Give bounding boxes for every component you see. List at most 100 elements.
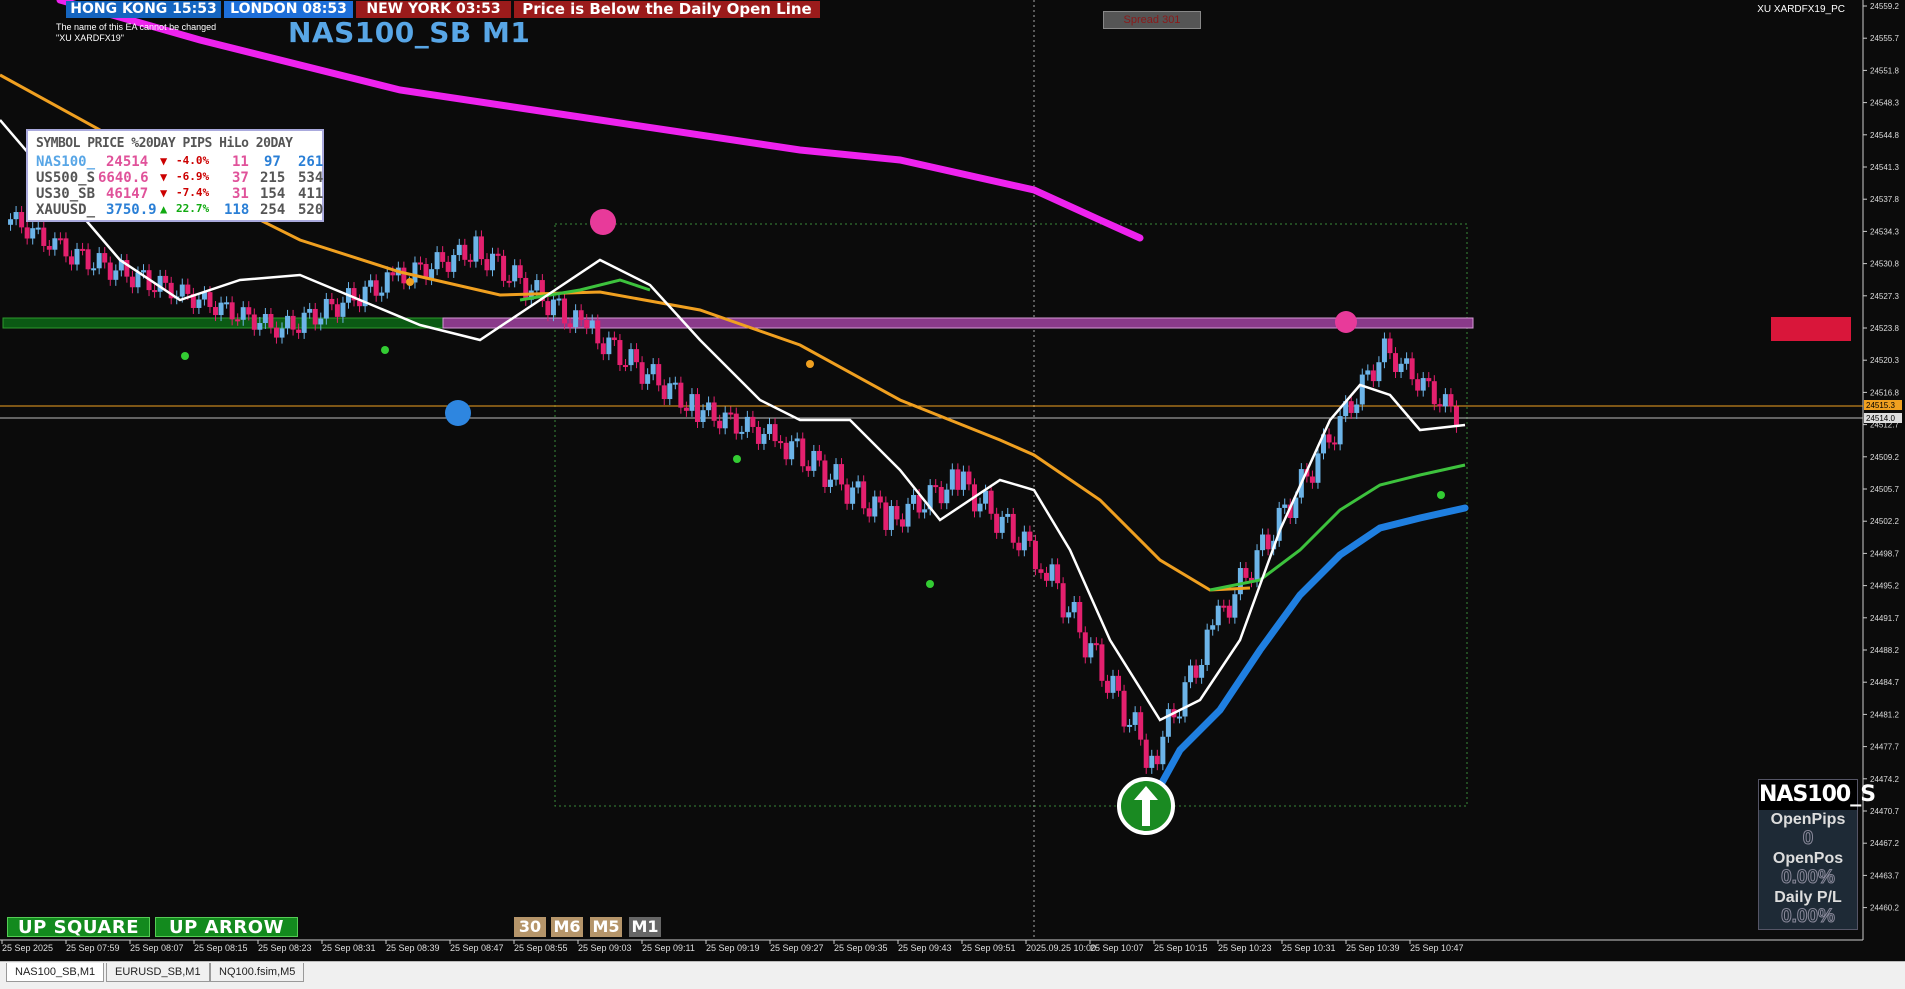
candle-body bbox=[102, 253, 108, 263]
chart-tab[interactable]: NQ100.fsim,M5 bbox=[210, 963, 305, 982]
candle-body bbox=[678, 382, 684, 408]
candle-body bbox=[512, 265, 518, 282]
candle-body bbox=[833, 464, 839, 480]
candle-body bbox=[24, 227, 30, 239]
chart-symbol-title: NAS100_SB M1 bbox=[288, 16, 531, 49]
candle-body bbox=[1104, 680, 1110, 693]
candle-body bbox=[634, 349, 640, 363]
row-day20: 520 bbox=[298, 202, 324, 218]
open-pos-value: 0.00% bbox=[1781, 867, 1836, 888]
candle-body bbox=[473, 236, 479, 262]
candle-body bbox=[229, 302, 235, 320]
timeframe-m1-button[interactable]: M1 bbox=[629, 917, 661, 937]
candle-body bbox=[1282, 504, 1288, 508]
price-tick-label: 24559.2 bbox=[1870, 2, 1899, 11]
candle-body bbox=[1404, 358, 1410, 364]
candle-body bbox=[1077, 602, 1083, 633]
row-hilo: 97 bbox=[264, 154, 281, 170]
candle-body bbox=[8, 219, 14, 225]
candle-body bbox=[523, 277, 529, 300]
ea-label: XU XARDFX19_PC bbox=[1757, 4, 1845, 15]
candle-body bbox=[417, 262, 423, 265]
candle-body bbox=[855, 481, 861, 488]
chart-tab[interactable]: EURUSD_SB,M1 bbox=[106, 963, 210, 982]
candle-body bbox=[595, 320, 601, 344]
candle-body bbox=[578, 310, 584, 320]
candle-body bbox=[301, 312, 307, 333]
candle-body bbox=[1332, 442, 1338, 445]
candle-body bbox=[1260, 534, 1266, 551]
candle-body bbox=[922, 509, 928, 513]
price-tick-label: 24555.7 bbox=[1870, 34, 1899, 43]
up-arrow-button[interactable]: UP ARROW bbox=[155, 917, 298, 938]
price-tick-label: 24548.3 bbox=[1870, 99, 1899, 108]
candle-body bbox=[268, 314, 274, 328]
green-dot-marker bbox=[926, 580, 934, 588]
price-tick-label: 24516.8 bbox=[1870, 388, 1899, 397]
price-tick-label: 24488.2 bbox=[1870, 646, 1899, 655]
daily-pl-value: 0.00% bbox=[1781, 906, 1836, 927]
table-row: US500_S 6640.6 ▼ -6.9% 37 215 534 bbox=[36, 170, 324, 186]
candle-body bbox=[312, 308, 318, 325]
price-alert-banner: Price is Below the Daily Open Line bbox=[514, 1, 820, 18]
candle-body bbox=[35, 227, 41, 230]
timeframe-m6-button[interactable]: M6 bbox=[551, 917, 583, 937]
session-clock-hong-kong: HONG KONG 15:53 bbox=[66, 1, 221, 18]
price-tick-label: 24509.2 bbox=[1870, 453, 1899, 462]
sell-zone-marker bbox=[1771, 317, 1851, 341]
row-day20: 534 bbox=[298, 170, 324, 186]
candle-body bbox=[761, 433, 767, 444]
candle-body bbox=[1381, 338, 1387, 363]
candle-body bbox=[445, 261, 451, 272]
up-square-button[interactable]: UP SQUARE bbox=[7, 917, 150, 938]
candle-body bbox=[628, 349, 634, 366]
candle-body bbox=[1165, 709, 1171, 737]
candle-body bbox=[667, 383, 673, 400]
candle-body bbox=[1160, 736, 1166, 765]
pink-circle-marker bbox=[1335, 311, 1357, 333]
candle-body bbox=[872, 496, 878, 517]
candle-body bbox=[1149, 755, 1155, 768]
candle-body bbox=[545, 301, 551, 316]
candle-body bbox=[1082, 632, 1088, 658]
candle-body bbox=[478, 236, 484, 260]
candle-body bbox=[722, 412, 728, 429]
candle-body bbox=[240, 307, 246, 320]
candle-body bbox=[318, 318, 324, 325]
candle-body bbox=[1243, 568, 1249, 578]
blue-circle-marker bbox=[445, 400, 471, 426]
time-tick-label: 25 Sep 10:39 bbox=[1346, 943, 1400, 953]
candle-body bbox=[329, 298, 335, 305]
timeframe-m5-button[interactable]: M5 bbox=[590, 917, 622, 937]
candle-body bbox=[1121, 690, 1127, 727]
candle-body bbox=[1182, 682, 1188, 717]
candle-body bbox=[839, 464, 845, 485]
chart-tab[interactable]: NAS100_SB,M1 bbox=[6, 963, 105, 982]
candle-body bbox=[1066, 612, 1072, 618]
row-pips: 37 bbox=[232, 170, 249, 186]
row-hilo: 154 bbox=[260, 186, 286, 202]
row-day20: 411 bbox=[298, 186, 324, 202]
candle-body bbox=[1232, 594, 1238, 618]
table-row: NAS100_ 24514 ▼ -4.0% 11 97 261 bbox=[36, 154, 323, 170]
candle-body bbox=[152, 290, 158, 293]
candle-body bbox=[955, 469, 961, 490]
candle-body bbox=[185, 284, 191, 294]
candle-body bbox=[495, 253, 501, 256]
time-tick-label: 25 Sep 08:15 bbox=[194, 943, 248, 953]
candle-body bbox=[550, 299, 556, 316]
price-tick-label: 24463.7 bbox=[1870, 871, 1899, 880]
candle-body bbox=[983, 490, 989, 504]
candle-body bbox=[501, 255, 507, 281]
candle-body bbox=[1337, 416, 1343, 445]
candle-body bbox=[1254, 550, 1260, 582]
timeframe-30-button[interactable]: 30 bbox=[514, 917, 546, 937]
candle-body bbox=[85, 249, 91, 270]
candle-body bbox=[800, 438, 806, 467]
table-header: SYMBOL PRICE %20DAY PIPS HiLo 20DAY bbox=[36, 136, 293, 151]
candle-body bbox=[573, 310, 579, 328]
green-dot-marker bbox=[733, 455, 741, 463]
row-price: 46147 bbox=[106, 186, 149, 202]
table-row: US30_SB 46147 ▼ -7.4% 31 154 411 bbox=[36, 186, 324, 202]
candle-body bbox=[883, 502, 889, 530]
